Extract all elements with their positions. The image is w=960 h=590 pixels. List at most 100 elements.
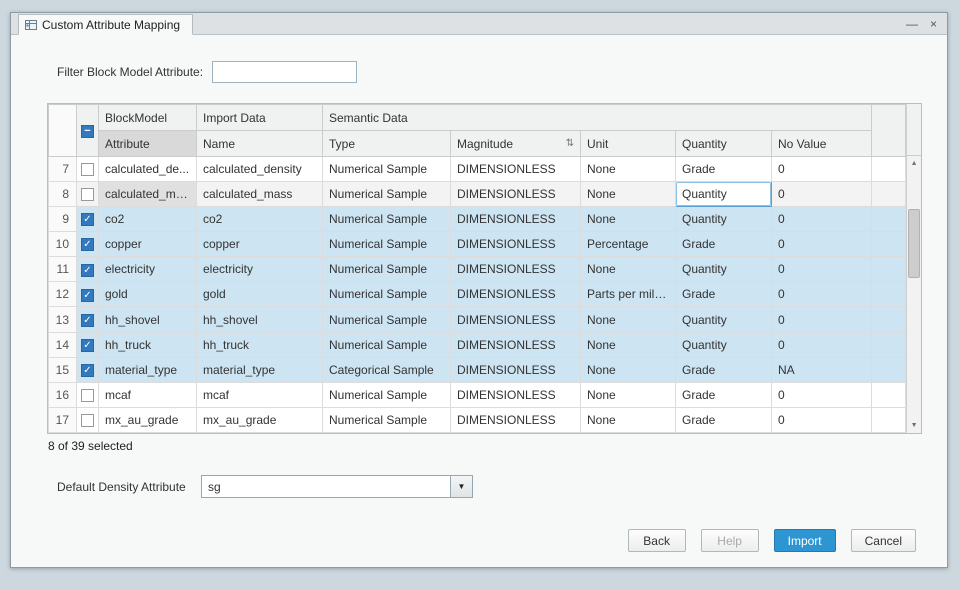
help-button[interactable]: Help	[701, 529, 759, 552]
scrollbar-thumb[interactable]	[908, 209, 920, 278]
cell-magnitude[interactable]: DIMENSIONLESS	[451, 232, 581, 257]
cell-unit[interactable]: Parts per million	[581, 282, 676, 307]
cell-quantity[interactable]: Grade	[676, 157, 772, 182]
table-row[interactable]: 8calculated_masscalculated_massNumerical…	[49, 182, 906, 207]
column-header-attribute[interactable]: Attribute	[99, 131, 197, 157]
cell-name[interactable]: mx_au_grade	[197, 407, 323, 432]
row-number[interactable]: 14	[49, 332, 77, 357]
row-number[interactable]: 8	[49, 182, 77, 207]
scroll-up-icon[interactable]: ▲	[907, 156, 921, 171]
row-checkbox[interactable]: ✓	[81, 339, 94, 352]
cell-type[interactable]: Numerical Sample	[323, 407, 451, 432]
table-row[interactable]: 9✓co2co2Numerical SampleDIMENSIONLESSNon…	[49, 207, 906, 232]
row-number[interactable]: 11	[49, 257, 77, 282]
table-row[interactable]: 12✓goldgoldNumerical SampleDIMENSIONLESS…	[49, 282, 906, 307]
cell-name[interactable]: calculated_density	[197, 157, 323, 182]
row-number[interactable]: 9	[49, 207, 77, 232]
dialog-tab[interactable]: Custom Attribute Mapping	[18, 14, 193, 35]
cell-attribute[interactable]: gold	[99, 282, 197, 307]
cell-no-value[interactable]: 0	[772, 407, 872, 432]
cell-name[interactable]: copper	[197, 232, 323, 257]
cell-no-value[interactable]: NA	[772, 357, 872, 382]
cell-unit[interactable]: None	[581, 382, 676, 407]
cell-attribute[interactable]: material_type	[99, 357, 197, 382]
row-number[interactable]: 17	[49, 407, 77, 432]
cell-quantity[interactable]: Quantity	[676, 332, 772, 357]
cell-unit[interactable]: None	[581, 182, 676, 207]
row-checkbox[interactable]: ✓	[81, 289, 94, 302]
minimize-icon[interactable]: —	[906, 15, 918, 33]
cell-no-value[interactable]: 0	[772, 257, 872, 282]
row-number[interactable]: 13	[49, 307, 77, 332]
cell-name[interactable]: mcaf	[197, 382, 323, 407]
cell-name[interactable]: electricity	[197, 257, 323, 282]
cell-type[interactable]: Numerical Sample	[323, 307, 451, 332]
cell-quantity[interactable]: Grade	[676, 382, 772, 407]
cell-type[interactable]: Categorical Sample	[323, 357, 451, 382]
cell-attribute[interactable]: calculated_de...	[99, 157, 197, 182]
cell-unit[interactable]: None	[581, 157, 676, 182]
cell-unit[interactable]: Percentage	[581, 232, 676, 257]
table-row[interactable]: 15✓material_typematerial_typeCategorical…	[49, 357, 906, 382]
cell-attribute[interactable]: hh_shovel	[99, 307, 197, 332]
cell-no-value[interactable]: 0	[772, 307, 872, 332]
cell-name[interactable]: material_type	[197, 357, 323, 382]
column-header-type[interactable]: Type	[323, 131, 451, 157]
row-checkbox[interactable]	[81, 414, 94, 427]
cell-magnitude[interactable]: DIMENSIONLESS	[451, 357, 581, 382]
cell-type[interactable]: Numerical Sample	[323, 157, 451, 182]
density-combobox[interactable]: sg ▼	[201, 475, 473, 498]
cell-no-value[interactable]: 0	[772, 157, 872, 182]
cell-no-value[interactable]: 0	[772, 182, 872, 207]
cell-unit[interactable]: None	[581, 307, 676, 332]
row-number[interactable]: 12	[49, 282, 77, 307]
cell-quantity[interactable]: Grade	[676, 407, 772, 432]
cell-attribute[interactable]: copper	[99, 232, 197, 257]
cell-magnitude[interactable]: DIMENSIONLESS	[451, 382, 581, 407]
cell-type[interactable]: Numerical Sample	[323, 257, 451, 282]
cell-name[interactable]: gold	[197, 282, 323, 307]
cell-quantity[interactable]: Quantity	[676, 207, 772, 232]
row-number[interactable]: 15	[49, 357, 77, 382]
row-checkbox[interactable]	[81, 163, 94, 176]
row-checkbox[interactable]: ✓	[81, 238, 94, 251]
cell-no-value[interactable]: 0	[772, 382, 872, 407]
cell-type[interactable]: Numerical Sample	[323, 382, 451, 407]
column-header-no-value[interactable]: No Value	[772, 131, 872, 157]
cell-type[interactable]: Numerical Sample	[323, 232, 451, 257]
column-header-quantity[interactable]: Quantity	[676, 131, 772, 157]
cell-quantity[interactable]: Quantity	[676, 182, 772, 207]
cell-attribute[interactable]: mcaf	[99, 382, 197, 407]
table-row[interactable]: 14✓hh_truckhh_truckNumerical SampleDIMEN…	[49, 332, 906, 357]
import-button[interactable]: Import	[774, 529, 836, 552]
cell-magnitude[interactable]: DIMENSIONLESS	[451, 282, 581, 307]
row-number[interactable]: 16	[49, 382, 77, 407]
close-icon[interactable]: ×	[930, 15, 937, 33]
cell-attribute[interactable]: hh_truck	[99, 332, 197, 357]
table-row[interactable]: 11✓electricityelectricityNumerical Sampl…	[49, 257, 906, 282]
cell-quantity[interactable]: Grade	[676, 232, 772, 257]
cell-unit[interactable]: None	[581, 357, 676, 382]
column-header-name[interactable]: Name	[197, 131, 323, 157]
table-row[interactable]: 13✓hh_shovelhh_shovelNumerical SampleDIM…	[49, 307, 906, 332]
cell-quantity[interactable]: Quantity	[676, 257, 772, 282]
cell-unit[interactable]: None	[581, 332, 676, 357]
cell-quantity[interactable]: Grade	[676, 357, 772, 382]
cell-no-value[interactable]: 0	[772, 232, 872, 257]
filter-input[interactable]	[212, 61, 357, 83]
cell-type[interactable]: Numerical Sample	[323, 332, 451, 357]
cell-quantity[interactable]: Grade	[676, 282, 772, 307]
row-checkbox[interactable]	[81, 188, 94, 201]
cell-magnitude[interactable]: DIMENSIONLESS	[451, 182, 581, 207]
column-header-unit[interactable]: Unit	[581, 131, 676, 157]
table-row[interactable]: 16mcafmcafNumerical SampleDIMENSIONLESSN…	[49, 382, 906, 407]
back-button[interactable]: Back	[628, 529, 686, 552]
cell-type[interactable]: Numerical Sample	[323, 282, 451, 307]
cell-magnitude[interactable]: DIMENSIONLESS	[451, 332, 581, 357]
row-number[interactable]: 10	[49, 232, 77, 257]
cell-name[interactable]: hh_shovel	[197, 307, 323, 332]
cell-magnitude[interactable]: DIMENSIONLESS	[451, 157, 581, 182]
cell-no-value[interactable]: 0	[772, 207, 872, 232]
cell-type[interactable]: Numerical Sample	[323, 182, 451, 207]
table-row[interactable]: 17mx_au_grademx_au_gradeNumerical Sample…	[49, 407, 906, 432]
